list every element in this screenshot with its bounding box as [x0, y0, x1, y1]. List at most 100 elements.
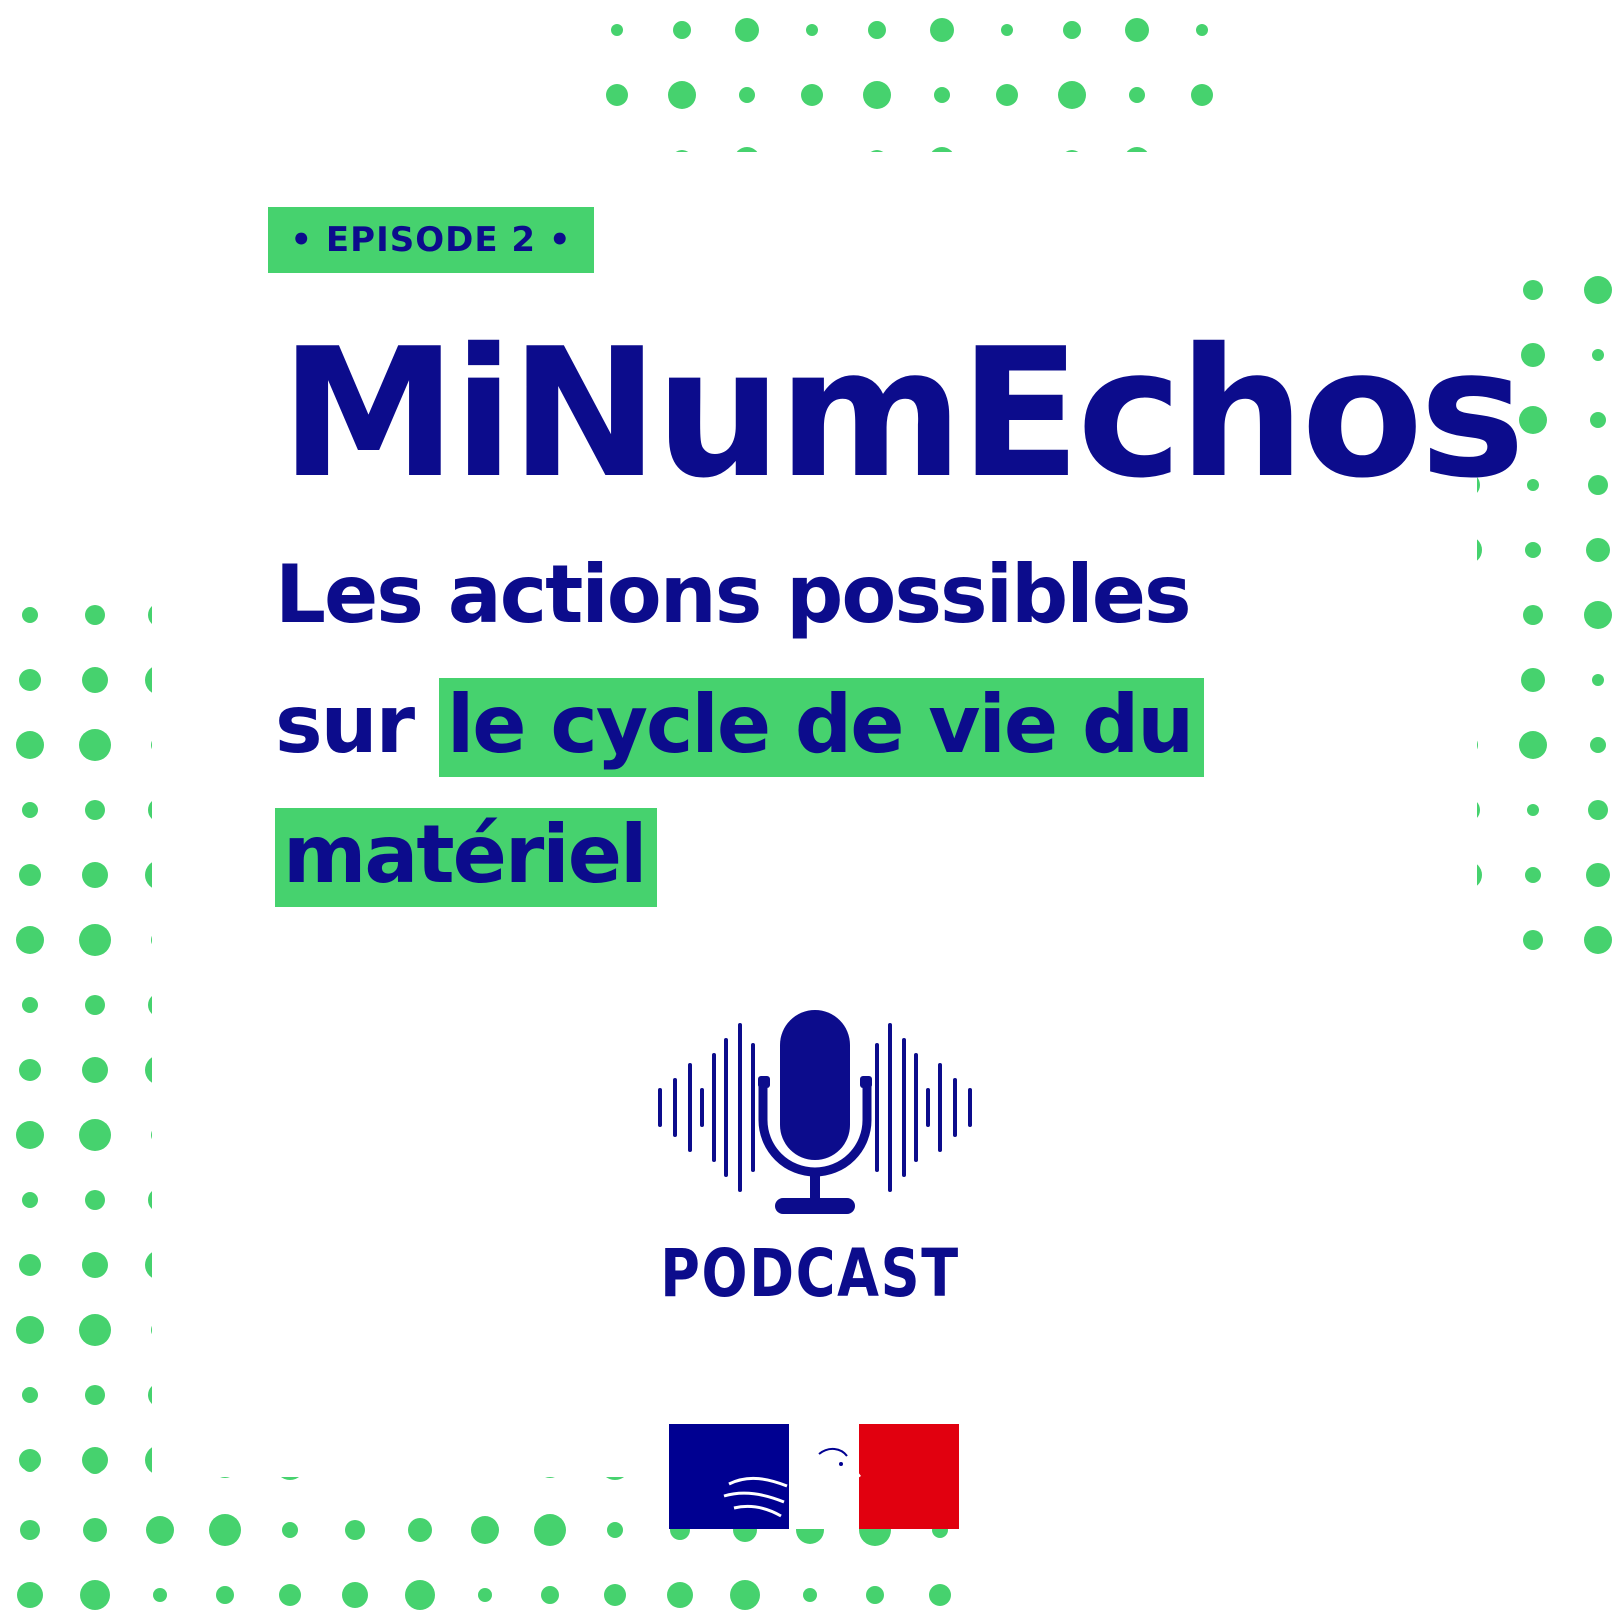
decorative-dot	[1521, 668, 1545, 692]
decorative-dot	[1584, 601, 1612, 629]
decorative-dot	[85, 1385, 105, 1405]
decorative-dot	[19, 1059, 41, 1081]
decorative-dot	[1590, 412, 1606, 428]
decorative-dot	[85, 605, 105, 625]
episode-subtitle: Les actions possibles sur le cycle de vi…	[275, 530, 1395, 920]
decorative-dot	[1521, 343, 1545, 367]
microphone-icon	[658, 1010, 972, 1214]
subtitle-highlight-1: le cycle de vie du	[438, 678, 1205, 777]
decorative-dot	[1525, 542, 1541, 558]
decorative-dot	[996, 84, 1018, 106]
decorative-dot	[1527, 804, 1539, 816]
episode-badge: • EPISODE 2 •	[268, 207, 594, 273]
decorative-dot	[1063, 21, 1081, 39]
decorative-dot	[534, 1514, 566, 1546]
decorative-dot	[1584, 276, 1612, 304]
decorative-dot	[1519, 731, 1547, 759]
decorative-dot	[23, 1458, 37, 1472]
decorative-dot	[866, 1586, 884, 1604]
decorative-dot	[1588, 800, 1608, 820]
decorative-dot	[607, 1522, 623, 1538]
decorative-dot	[1588, 475, 1608, 495]
decorative-dot	[1586, 538, 1610, 562]
decorative-dot	[82, 1057, 108, 1083]
decorative-dot	[82, 862, 108, 888]
decorative-dot	[85, 1190, 105, 1210]
decorative-dot	[1191, 84, 1213, 106]
decorative-dot	[1592, 674, 1604, 686]
decorative-dot	[85, 800, 105, 820]
decorative-dot	[82, 1252, 108, 1278]
subtitle-line1: Les actions possibles	[275, 548, 1192, 641]
subtitle-highlight-2: matériel	[275, 808, 658, 907]
podcast-title: MiNumEchos	[280, 310, 1525, 517]
decorative-dot	[86, 1456, 104, 1474]
decorative-dot	[79, 924, 111, 956]
decorative-dot	[668, 81, 696, 109]
decorative-dot	[209, 1514, 241, 1546]
decorative-dot	[279, 1584, 301, 1606]
decorative-dot	[16, 1316, 44, 1344]
podcast-label: PODCAST	[660, 1235, 960, 1312]
decorative-dot	[471, 1516, 499, 1544]
decorative-dot	[611, 24, 623, 36]
decorative-dot	[345, 1520, 365, 1540]
decorative-dot	[282, 1522, 298, 1538]
decorative-dot	[604, 1584, 626, 1606]
decorative-dot	[85, 995, 105, 1015]
decorative-dot	[1586, 863, 1610, 887]
decorative-dot	[216, 1586, 234, 1604]
decorative-dot	[153, 1588, 167, 1602]
decorative-dot	[1523, 930, 1543, 950]
decorative-dot	[19, 1254, 41, 1276]
decorative-dot	[16, 731, 44, 759]
decorative-dot	[405, 1580, 435, 1610]
decorative-dot	[803, 1588, 817, 1602]
decorative-dot	[934, 87, 950, 103]
decorative-dot	[735, 18, 759, 42]
decorative-dot	[1584, 926, 1612, 954]
decorative-dot	[1590, 737, 1606, 753]
decorative-dot	[929, 1584, 951, 1606]
decorative-dot	[606, 84, 628, 106]
decorative-dot	[22, 1387, 38, 1403]
decorative-dot	[146, 1516, 174, 1544]
decorative-dot	[1001, 24, 1013, 36]
decorative-dot	[673, 21, 691, 39]
decorative-dot	[541, 1586, 559, 1604]
decorative-dot	[80, 1580, 110, 1610]
decorative-dot	[82, 667, 108, 693]
decorative-dot	[667, 1582, 693, 1608]
decorative-dot	[730, 1580, 760, 1610]
decorative-dot	[1525, 867, 1541, 883]
decorative-dot	[739, 87, 755, 103]
decorative-dot	[1523, 605, 1543, 625]
decorative-dot	[79, 1314, 111, 1346]
decorative-dot	[1523, 280, 1543, 300]
decorative-dot	[20, 1520, 40, 1540]
decorative-dot	[79, 729, 111, 761]
subtitle-prefix: sur	[275, 678, 439, 771]
decorative-dot	[16, 1121, 44, 1149]
decorative-dot	[863, 81, 891, 109]
decorative-dot	[868, 21, 886, 39]
decorative-dot	[408, 1518, 432, 1542]
decorative-dot	[1592, 349, 1604, 361]
decorative-dot	[19, 864, 41, 886]
decorative-dot	[1527, 479, 1539, 491]
decorative-dot	[1058, 81, 1086, 109]
decorative-dot	[79, 1119, 111, 1151]
decorative-dot	[83, 1518, 107, 1542]
decorative-dot	[16, 926, 44, 954]
decorative-dot	[22, 1192, 38, 1208]
decorative-dot	[1125, 18, 1149, 42]
decorative-dot	[1196, 24, 1208, 36]
decorative-dot	[22, 607, 38, 623]
decorative-dot	[22, 802, 38, 818]
decorative-dot	[801, 84, 823, 106]
decorative-dot	[342, 1582, 368, 1608]
decorative-dot	[17, 1582, 43, 1608]
decorative-dot	[19, 669, 41, 691]
decorative-dot	[930, 18, 954, 42]
decorative-dot	[22, 997, 38, 1013]
